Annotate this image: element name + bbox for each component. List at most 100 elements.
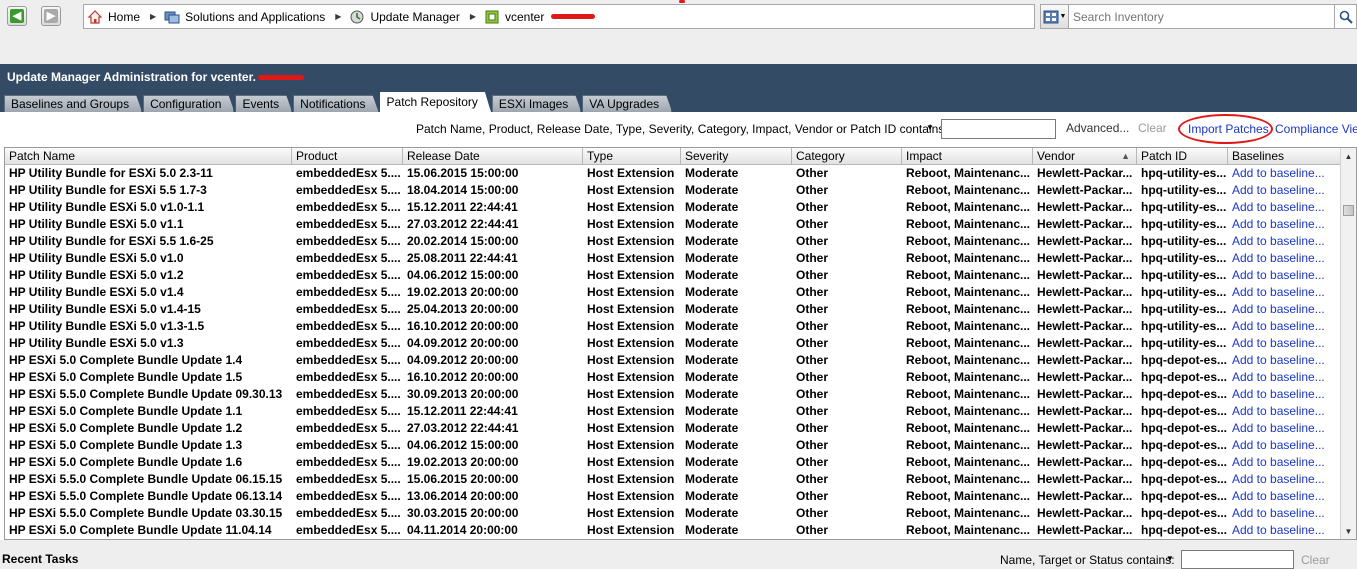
- clear-link[interactable]: Clear: [1138, 121, 1167, 135]
- type-cell: Host Extension: [587, 268, 675, 282]
- table-row[interactable]: HP ESXi 5.0 Complete Bundle Update 1.4 em…: [5, 352, 1341, 369]
- table-row[interactable]: HP ESXi 5.0 Complete Bundle Update 1.5 em…: [5, 369, 1341, 386]
- column-header-impact[interactable]: Impact: [902, 148, 1033, 165]
- product-cell: embeddedEsx 5....: [296, 268, 401, 282]
- add-to-baseline-link[interactable]: Add to baseline...: [1228, 335, 1341, 352]
- release-date-cell: 04.11.2014 20:00:00: [407, 523, 518, 537]
- release-date-cell: 19.02.2013 20:00:00: [407, 285, 519, 299]
- table-row[interactable]: HP ESXi 5.5.0 Complete Bundle Update 06.…: [5, 471, 1341, 488]
- tab-va-upgrades[interactable]: VA Upgrades: [582, 95, 672, 112]
- table-row[interactable]: HP Utility Bundle ESXi 5.0 v1.4-15 embedd…: [5, 301, 1341, 318]
- add-to-baseline-link[interactable]: Add to baseline...: [1228, 301, 1341, 318]
- add-to-baseline-link[interactable]: Add to baseline...: [1228, 250, 1341, 267]
- forward-arrow-icon: ▶: [44, 9, 58, 23]
- severity-cell: Moderate: [685, 506, 739, 520]
- breadcrumb-vcenter[interactable]: vcenter: [484, 9, 596, 25]
- table-row[interactable]: HP ESXi 5.0 Complete Bundle Update 11.04…: [5, 522, 1341, 539]
- filter-input[interactable]: [941, 119, 1056, 139]
- table-row[interactable]: HP Utility Bundle ESXi 5.0 v1.3 embeddedE…: [5, 335, 1341, 352]
- advanced-link[interactable]: Advanced...: [1066, 121, 1129, 135]
- category-cell: Other: [796, 336, 829, 350]
- table-row[interactable]: HP ESXi 5.0 Complete Bundle Update 1.3 em…: [5, 437, 1341, 454]
- tab-patch-repository[interactable]: Patch Repository: [380, 92, 491, 112]
- table-row[interactable]: HP ESXi 5.5.0 Complete Bundle Update 06.…: [5, 488, 1341, 505]
- task-filter-input[interactable]: [1181, 550, 1294, 569]
- column-header-vendor[interactable]: Vendor ▲: [1033, 148, 1137, 165]
- add-to-baseline-link[interactable]: Add to baseline...: [1228, 437, 1341, 454]
- add-to-baseline-link[interactable]: Add to baseline...: [1228, 165, 1341, 182]
- add-to-baseline-link[interactable]: Add to baseline...: [1228, 318, 1341, 335]
- add-to-baseline-link[interactable]: Add to baseline...: [1228, 505, 1341, 522]
- table-row[interactable]: HP Utility Bundle ESXi 5.0 v1.4 embeddedE…: [5, 284, 1341, 301]
- vendor-cell: Hewlett-Packar...: [1037, 353, 1133, 367]
- add-to-baseline-link[interactable]: Add to baseline...: [1228, 420, 1341, 437]
- table-row[interactable]: HP Utility Bundle ESXi 5.0 v1.0 embeddedE…: [5, 250, 1341, 267]
- add-to-baseline-link[interactable]: Add to baseline...: [1228, 488, 1341, 505]
- scrollbar-thumb[interactable]: [1343, 205, 1354, 216]
- table-row[interactable]: HP Utility Bundle ESXi 5.0 v1.1 embeddedE…: [5, 216, 1341, 233]
- category-cell: Other: [796, 455, 829, 469]
- column-header-release-date[interactable]: Release Date: [403, 148, 583, 165]
- product-cell: embeddedEsx 5....: [296, 302, 401, 316]
- task-clear-link[interactable]: Clear: [1301, 553, 1330, 567]
- breadcrumb-home[interactable]: Home: [87, 9, 140, 25]
- search-button[interactable]: [1335, 4, 1357, 29]
- search-scope-dropdown[interactable]: ▼: [1040, 4, 1069, 29]
- add-to-baseline-link[interactable]: Add to baseline...: [1228, 182, 1341, 199]
- scroll-up-button[interactable]: ▲: [1341, 148, 1356, 164]
- type-cell: Host Extension: [587, 166, 675, 180]
- tab-esxi-images[interactable]: ESXi Images: [492, 95, 581, 112]
- add-to-baseline-link[interactable]: Add to baseline...: [1228, 352, 1341, 369]
- column-header-product[interactable]: Product: [292, 148, 403, 165]
- add-to-baseline-link[interactable]: Add to baseline...: [1228, 454, 1341, 471]
- severity-cell: Moderate: [685, 251, 739, 265]
- column-header-patch-id[interactable]: Patch ID: [1137, 148, 1228, 165]
- add-to-baseline-link[interactable]: Add to baseline...: [1228, 386, 1341, 403]
- table-row[interactable]: HP ESXi 5.5.0 Complete Bundle Update 03.…: [5, 505, 1341, 522]
- tab-configuration[interactable]: Configuration: [143, 95, 234, 112]
- search-input[interactable]: [1069, 4, 1335, 29]
- add-to-baseline-link[interactable]: Add to baseline...: [1228, 284, 1341, 301]
- breadcrumb-solutions[interactable]: Solutions and Applications: [164, 9, 325, 25]
- back-button[interactable]: ◀: [7, 6, 27, 26]
- table-row[interactable]: HP Utility Bundle for ESXi 5.5 1.6-25 emb…: [5, 233, 1341, 250]
- forward-button[interactable]: ▶: [41, 6, 61, 26]
- add-to-baseline-link[interactable]: Add to baseline...: [1228, 369, 1341, 386]
- add-to-baseline-link[interactable]: Add to baseline...: [1228, 216, 1341, 233]
- tab-notifications[interactable]: Notifications: [293, 95, 378, 112]
- compliance-view-link[interactable]: Compliance View: [1275, 122, 1357, 136]
- table-row[interactable]: HP ESXi 5.5.0 Complete Bundle Update 09.…: [5, 386, 1341, 403]
- column-header-category[interactable]: Category: [792, 148, 902, 165]
- column-header-severity[interactable]: Severity: [681, 148, 792, 165]
- patch-id-cell: hpq-utility-es...: [1141, 336, 1227, 350]
- breadcrumb-update-manager[interactable]: Update Manager: [349, 9, 460, 25]
- table-row[interactable]: HP Utility Bundle for ESXi 5.0 2.3-11 emb…: [5, 165, 1341, 182]
- vendor-cell: Hewlett-Packar...: [1037, 234, 1133, 248]
- table-row[interactable]: HP Utility Bundle ESXi 5.0 v1.0-1.1 embed…: [5, 199, 1341, 216]
- scroll-down-button[interactable]: ▼: [1341, 523, 1356, 539]
- column-header-patch-name[interactable]: Patch Name: [5, 148, 292, 165]
- impact-cell: Reboot, Maintenanc...: [906, 421, 1031, 435]
- add-to-baseline-link[interactable]: Add to baseline...: [1228, 199, 1341, 216]
- product-cell: embeddedEsx 5....: [296, 251, 401, 265]
- tab-baselines-and-groups[interactable]: Baselines and Groups: [4, 95, 142, 112]
- add-to-baseline-link[interactable]: Add to baseline...: [1228, 403, 1341, 420]
- table-row[interactable]: HP ESXi 5.0 Complete Bundle Update 1.6 em…: [5, 454, 1341, 471]
- vertical-scrollbar[interactable]: ▲ ▼: [1340, 148, 1356, 539]
- add-to-baseline-link[interactable]: Add to baseline...: [1228, 233, 1341, 250]
- chevron-down-icon[interactable]: ▼: [926, 123, 934, 132]
- back-arrow-icon: ◀: [10, 9, 24, 23]
- table-row[interactable]: HP ESXi 5.0 Complete Bundle Update 1.1 em…: [5, 403, 1341, 420]
- table-row[interactable]: HP Utility Bundle ESXi 5.0 v1.2 embeddedE…: [5, 267, 1341, 284]
- tab-events[interactable]: Events: [235, 95, 292, 112]
- add-to-baseline-link[interactable]: Add to baseline...: [1228, 471, 1341, 488]
- patch-id-cell: hpq-utility-es...: [1141, 217, 1227, 231]
- table-row[interactable]: HP Utility Bundle ESXi 5.0 v1.3-1.5 embed…: [5, 318, 1341, 335]
- column-header-baselines[interactable]: Baselines: [1228, 148, 1341, 165]
- table-row[interactable]: HP Utility Bundle for ESXi 5.5 1.7-3 embe…: [5, 182, 1341, 199]
- add-to-baseline-link[interactable]: Add to baseline...: [1228, 267, 1341, 284]
- add-to-baseline-link[interactable]: Add to baseline...: [1228, 522, 1341, 539]
- chevron-down-icon[interactable]: ▼: [1166, 554, 1174, 563]
- column-header-type[interactable]: Type: [583, 148, 681, 165]
- table-row[interactable]: HP ESXi 5.0 Complete Bundle Update 1.2 em…: [5, 420, 1341, 437]
